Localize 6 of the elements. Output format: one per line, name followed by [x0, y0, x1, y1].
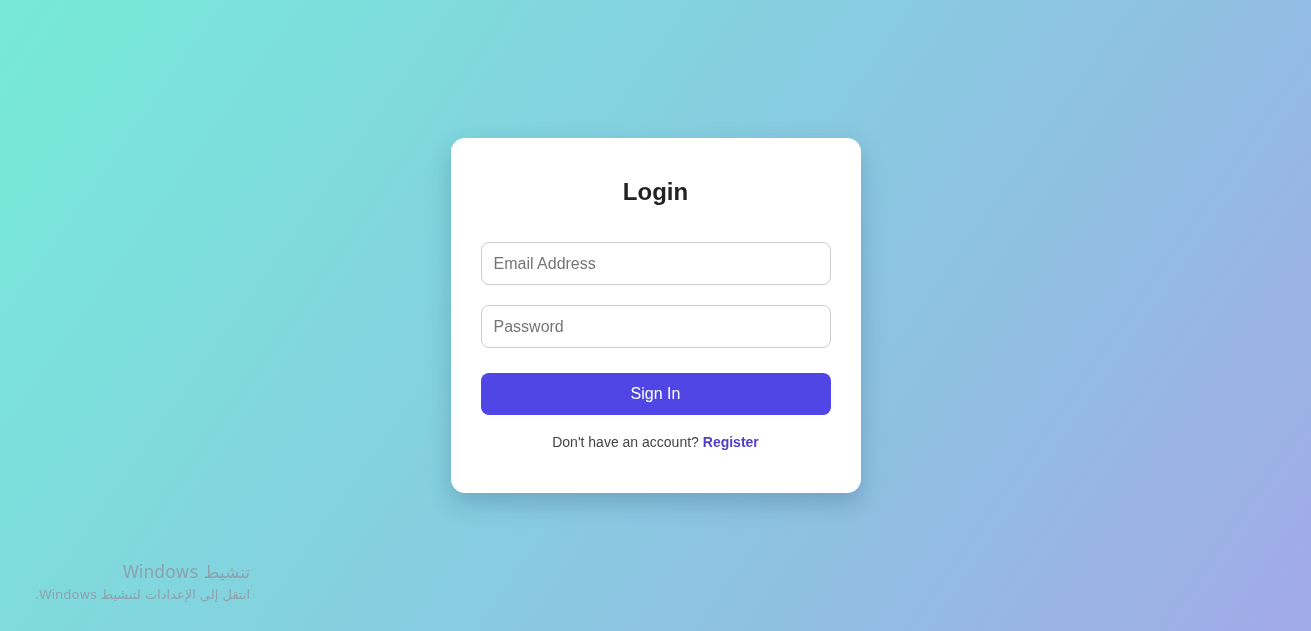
sign-in-button[interactable]: Sign In — [480, 373, 831, 415]
register-link[interactable]: Register — [702, 434, 759, 450]
email-field[interactable]: Email Address — [480, 242, 831, 285]
login-title: Login — [622, 178, 689, 206]
register-prompt: Don't have an account? Register — [552, 433, 759, 451]
password-field[interactable]: Password — [480, 305, 831, 348]
